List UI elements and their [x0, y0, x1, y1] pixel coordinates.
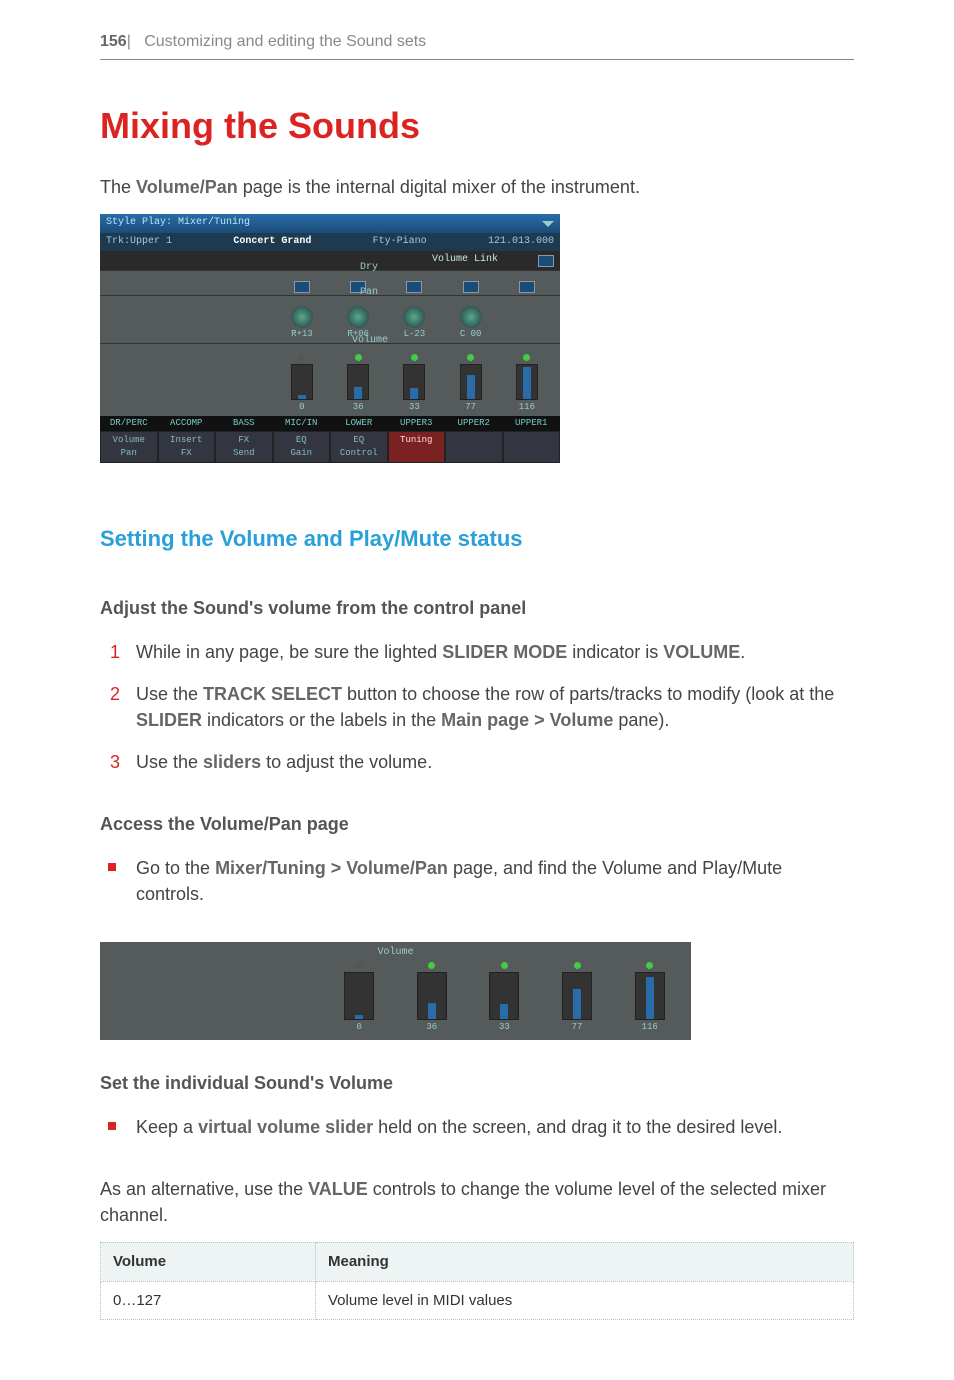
table-head-meaning: Meaning: [316, 1242, 854, 1281]
mixer-tab: [445, 431, 503, 463]
access-heading: Access the Volume/Pan page: [100, 811, 854, 837]
dry-toggle[interactable]: [463, 281, 479, 293]
mixer-tab[interactable]: InsertFX: [158, 431, 216, 463]
step: 1While in any page, be sure the lighted …: [100, 639, 854, 665]
volume-value: 36: [353, 401, 364, 414]
mixer-tab[interactable]: EQGain: [273, 431, 331, 463]
dry-toggle[interactable]: [519, 281, 535, 293]
track-label: LOWER: [330, 417, 388, 430]
mixer-tab[interactable]: VolumePan: [100, 431, 158, 463]
sound-family: Fty-Piano: [373, 235, 427, 250]
track-label: UPPER1: [503, 417, 561, 430]
pan-value: R+13: [275, 328, 329, 341]
pan-label: Pan: [360, 286, 378, 301]
subheading: Setting the Volume and Play/Mute status: [100, 523, 854, 555]
pan-value: C 00: [444, 328, 498, 341]
pan-knob[interactable]: [460, 306, 482, 328]
volume-value: 33: [499, 1021, 510, 1034]
step: 2Use the TRACK SELECT button to choose t…: [100, 681, 854, 733]
mute-led[interactable]: [501, 962, 508, 969]
mixer-screenshot: Style Play: Mixer/Tuning Trk:Upper 1 Con…: [100, 214, 560, 463]
table-cell-meaning: Volume level in MIDI values: [316, 1281, 854, 1320]
setvol-paragraph: As an alternative, use the VALUE control…: [100, 1176, 854, 1228]
volume-value: 0: [299, 401, 304, 414]
mixer-tab[interactable]: EQControl: [330, 431, 388, 463]
dry-toggle[interactable]: [294, 281, 310, 293]
mute-led[interactable]: [298, 354, 305, 361]
pan-value: L-23: [387, 328, 441, 341]
volume-value: 77: [572, 1021, 583, 1034]
volume-table: Volume Meaning 0…127 Volume level in MID…: [100, 1242, 854, 1321]
table-head-volume: Volume: [101, 1242, 316, 1281]
step: 3Use the sliders to adjust the volume.: [100, 749, 854, 775]
volume-slider[interactable]: [403, 364, 425, 400]
program-number: 121.013.000: [488, 235, 554, 250]
track-label: UPPER3: [388, 417, 446, 430]
mute-led[interactable]: [428, 962, 435, 969]
track-label: MIC/IN: [273, 417, 331, 430]
volume-slider[interactable]: [347, 364, 369, 400]
pan-knob[interactable]: [403, 306, 425, 328]
volume-value: 0: [356, 1021, 361, 1034]
mixer-tab: [503, 431, 561, 463]
pan-knob[interactable]: [291, 306, 313, 328]
volume-slider[interactable]: [516, 364, 538, 400]
setvol-bullet: Keep a virtual volume slider held on the…: [100, 1114, 854, 1140]
mute-led[interactable]: [467, 354, 474, 361]
volume-slider[interactable]: [562, 972, 592, 1020]
track-label: UPPER2: [445, 417, 503, 430]
page-header: 156| Customizing and editing the Sound s…: [100, 30, 854, 60]
volume-link-box: [538, 255, 554, 267]
volume-slider[interactable]: [417, 972, 447, 1020]
volume-value: 77: [465, 401, 476, 414]
volume-value: 116: [642, 1021, 658, 1034]
section-name: Customizing and editing the Sound sets: [144, 33, 426, 50]
track-label: BASS: [215, 417, 273, 430]
mute-led[interactable]: [646, 962, 653, 969]
dry-toggle[interactable]: [406, 281, 422, 293]
setvol-heading: Set the individual Sound's Volume: [100, 1070, 854, 1096]
access-bullet: Go to the Mixer/Tuning > Volume/Pan page…: [100, 855, 854, 907]
mute-led[interactable]: [411, 354, 418, 361]
intro-paragraph: The Volume/Pan page is the internal digi…: [100, 174, 854, 200]
dropdown-icon: [542, 221, 554, 227]
window-title: Style Play: Mixer/Tuning: [106, 216, 250, 231]
volume-slider[interactable]: [460, 364, 482, 400]
volume-section-label: Volume: [352, 334, 388, 349]
volume-value: 36: [426, 1021, 437, 1034]
page-number: 156: [100, 33, 127, 50]
volume-slider[interactable]: [635, 972, 665, 1020]
table-cell-range: 0…127: [101, 1281, 316, 1320]
volume-slider[interactable]: [344, 972, 374, 1020]
dry-label: Dry: [360, 261, 378, 276]
track-label: DR/PERC: [100, 417, 158, 430]
volume-slider[interactable]: [291, 364, 313, 400]
volume-link-label: Volume Link: [432, 253, 498, 268]
mixer-tab[interactable]: FXSend: [215, 431, 273, 463]
mute-led[interactable]: [523, 354, 530, 361]
track-label: ACCOMP: [158, 417, 216, 430]
volume-label: Volume: [108, 946, 683, 961]
pan-knob[interactable]: [347, 306, 369, 328]
adjust-heading: Adjust the Sound's volume from the contr…: [100, 595, 854, 621]
mixer-tab[interactable]: Tuning: [388, 431, 446, 463]
mute-led[interactable]: [355, 354, 362, 361]
mute-led[interactable]: [356, 962, 363, 969]
mute-led[interactable]: [574, 962, 581, 969]
volume-strip-screenshot: Volume 0 36 33 77 116: [100, 942, 691, 1041]
sound-name: Concert Grand: [233, 235, 311, 250]
volume-slider[interactable]: [489, 972, 519, 1020]
track-label: Trk:Upper 1: [106, 235, 172, 250]
volume-value: 116: [519, 401, 535, 414]
page-title: Mixing the Sounds: [100, 100, 854, 152]
volume-value: 33: [409, 401, 420, 414]
